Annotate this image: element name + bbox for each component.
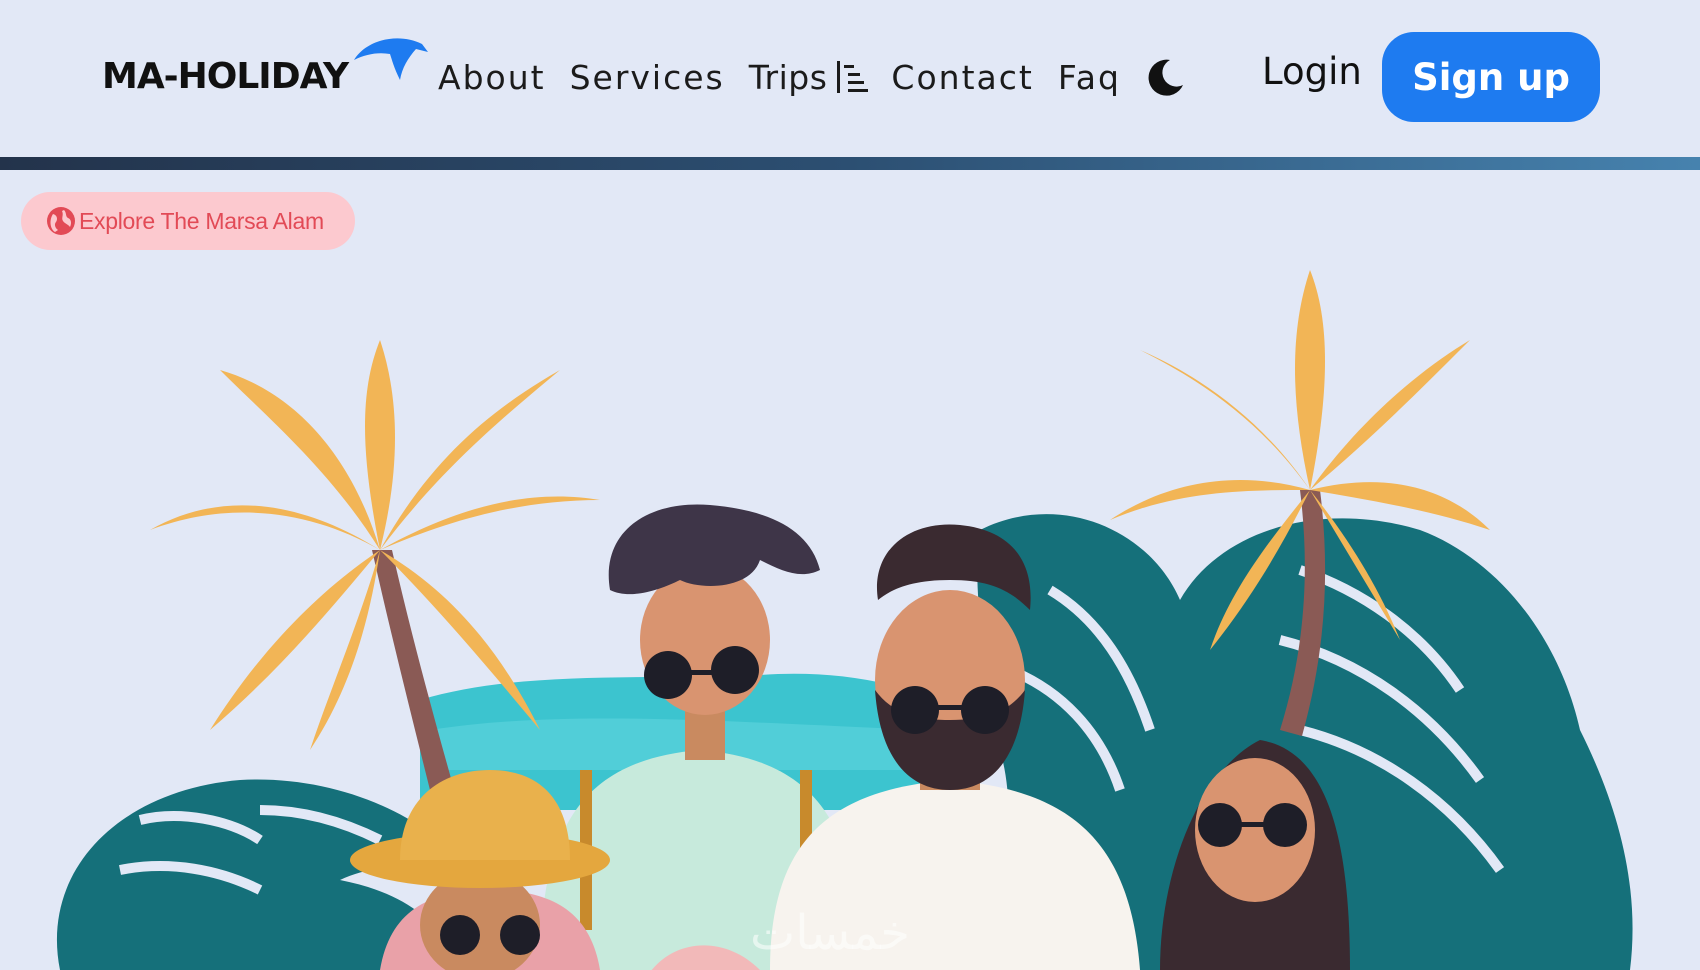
login-link[interactable]: Login bbox=[1262, 50, 1362, 93]
list-indent-icon bbox=[837, 61, 869, 93]
nav-trips-label: Trips bbox=[748, 57, 828, 97]
hero-illustration bbox=[0, 170, 1700, 970]
header-divider bbox=[0, 157, 1700, 170]
nav-contact[interactable]: Contact bbox=[891, 58, 1033, 97]
nav-services[interactable]: Services bbox=[570, 58, 725, 97]
nav-services-label: Services bbox=[569, 57, 725, 97]
travelers-palm-trees-illustration bbox=[56, 270, 1633, 970]
dolphin-logo-icon bbox=[354, 38, 428, 80]
moon-icon[interactable] bbox=[1144, 57, 1186, 99]
logo[interactable]: MA-HOLIDAY bbox=[102, 34, 432, 104]
page: MA-HOLIDAY About Services Trips Contact … bbox=[0, 0, 1700, 970]
nav-trips[interactable]: Trips bbox=[749, 58, 872, 97]
nav-about[interactable]: About bbox=[438, 58, 546, 97]
main-nav: About Services Trips Contact Faq bbox=[438, 52, 1145, 102]
signup-button[interactable]: Sign up bbox=[1382, 32, 1600, 122]
nav-contact-label: Contact bbox=[891, 57, 1034, 97]
nav-faq[interactable]: Faq bbox=[1058, 58, 1121, 97]
nav-faq-label: Faq bbox=[1057, 57, 1121, 97]
logo-text: MA-HOLIDAY bbox=[102, 56, 349, 97]
watermark-text: خمسات bbox=[750, 905, 911, 961]
site-header: MA-HOLIDAY About Services Trips Contact … bbox=[0, 0, 1700, 157]
nav-about-label: About bbox=[438, 57, 546, 97]
